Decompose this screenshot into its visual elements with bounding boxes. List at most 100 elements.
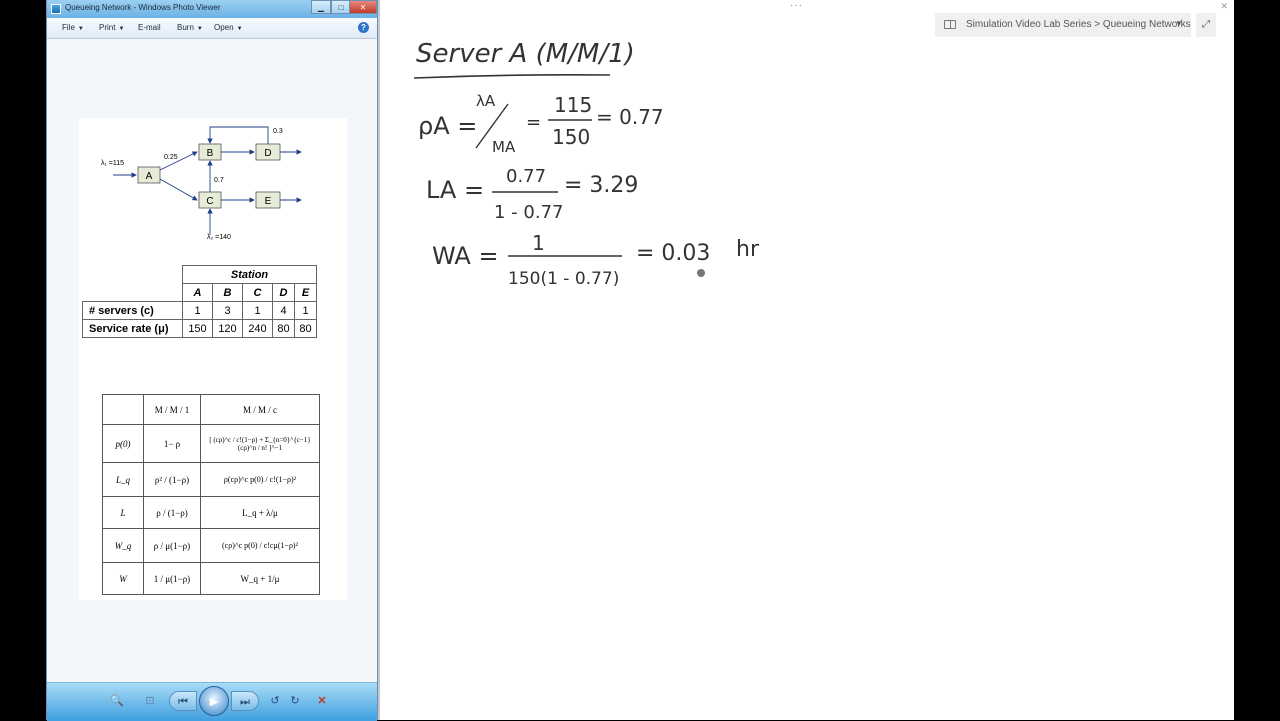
formula-mm1: 1 / μ(1−ρ) (143, 562, 201, 595)
pen-cursor-icon (697, 269, 705, 277)
menu-burn[interactable]: Burn ▼ (177, 23, 203, 32)
formula-mm1: ρ² / (1−ρ) (143, 462, 201, 497)
formula-row-label: W_q (102, 528, 144, 563)
row-label: Service rate (μ) (82, 319, 183, 338)
photo-viewer-app-icon (51, 4, 61, 14)
node-label-c: C (206, 196, 213, 207)
edge-a-c (159, 178, 198, 201)
station-table: Station A B C D E # servers (c) 1 3 1 4 … (82, 265, 317, 338)
node-label-d: D (264, 148, 271, 159)
delete-icon[interactable]: ✕ (313, 691, 331, 711)
table-cell: 80 (272, 319, 295, 338)
formula-row-label: p(0) (102, 424, 144, 463)
rotate-left-icon[interactable]: ↺ (267, 691, 283, 711)
image-viewport: A B C D E λ₁ =115 λ₂ =140 0.25 0.7 0.3 S… (47, 39, 377, 682)
L-result: = 3.29 (564, 173, 638, 198)
notes-heading: Server A (M/M/1) (416, 39, 635, 69)
formula-header-mm1: M / M / 1 (143, 394, 201, 425)
help-icon[interactable]: ? (358, 22, 369, 33)
W-lhs: WA = (432, 242, 499, 270)
menu-email[interactable]: E-mail (138, 23, 161, 32)
formula-header-mmc: M / M / c (200, 394, 320, 425)
station-header: B (212, 283, 243, 302)
formula-mm1: ρ / (1−ρ) (143, 496, 201, 529)
formula-mm1: 1− ρ (143, 424, 201, 463)
formula-mmc: ρ(cρ)^c p(0) / c!(1−ρ)² (200, 462, 320, 497)
heading-underline (413, 74, 611, 79)
table-cell: 1 (294, 301, 317, 320)
prob-cb-label: 0.7 (214, 177, 224, 184)
onenote-page: ··· ✕ Simulation Video Lab Series > Queu… (380, 0, 1234, 720)
maximize-button[interactable]: □ (331, 0, 351, 14)
table-row: p(0) 1− ρ [ (cρ)^c / c!(1−ρ) + Σ_{n=0}^{… (102, 424, 320, 463)
L-numerator: 0.77 (506, 166, 546, 187)
station-table-title: Station (182, 265, 317, 284)
previous-icon[interactable]: ⏮ (169, 691, 197, 711)
station-header: C (242, 283, 273, 302)
prob-db-label: 0.3 (273, 128, 283, 135)
queueing-network-diagram: A B C D E λ₁ =115 λ₂ =140 0.25 0.7 0.3 (101, 126, 302, 241)
W-unit: hr (736, 237, 760, 262)
menu-open[interactable]: Open ▼ (214, 23, 243, 32)
formula-table: M / M / 1 M / M / c p(0) 1− ρ [ (cρ)^c /… (102, 394, 320, 595)
rho-mu: MA (492, 138, 516, 156)
rho-result: = 0.77 (596, 105, 664, 129)
table-row: L_q ρ² / (1−ρ) ρ(cρ)^c p(0) / c!(1−ρ)² (102, 462, 320, 497)
L-lhs: LA = (426, 176, 484, 204)
rho-lambda: λA (476, 92, 496, 110)
formula-mmc: W_q + 1/μ (200, 562, 320, 595)
node-label-a: A (146, 171, 153, 182)
chevron-down-icon: ▼ (236, 26, 243, 32)
lambda1-label: λ₁ =115 (101, 160, 124, 167)
close-button[interactable]: ✕ (349, 0, 377, 14)
zoom-icon[interactable]: 🔍 (105, 691, 129, 711)
table-row: # servers (c) 1 3 1 4 1 (82, 301, 317, 320)
photo-viewer-window: Queueing Network - Windows Photo Viewer … (46, 0, 378, 721)
W-result: = 0.03 (636, 241, 710, 266)
next-icon[interactable]: ⏭ (231, 691, 259, 711)
table-cell: 240 (242, 319, 273, 338)
chevron-down-icon: ▼ (77, 26, 84, 32)
actual-size-icon[interactable]: ⊡ (141, 691, 159, 711)
formula-mmc: L_q + λ/μ (200, 496, 320, 529)
minimize-button[interactable]: ▁ (311, 0, 331, 14)
edge-d-b (207, 126, 269, 144)
formula-row-label: L_q (102, 462, 144, 497)
menu-print[interactable]: Print ▼ (99, 23, 124, 32)
node-label-e: E (265, 196, 272, 207)
rotate-right-icon[interactable]: ↻ (287, 691, 303, 711)
table-row: W 1 / μ(1−ρ) W_q + 1/μ (102, 562, 320, 595)
photo-viewer-titlebar[interactable]: Queueing Network - Windows Photo Viewer … (47, 0, 377, 18)
table-cell: 150 (182, 319, 213, 338)
rho-denominator: 150 (552, 125, 590, 149)
table-cell: 1 (242, 301, 273, 320)
table-cell: 120 (212, 319, 243, 338)
rho-equals: = (526, 112, 541, 133)
table-cell: 4 (272, 301, 295, 320)
table-cell: 80 (294, 319, 317, 338)
menu-file[interactable]: File ▼ (62, 23, 84, 32)
formula-mmc: (cρ)^c p(0) / c!cμ(1−ρ)² (200, 528, 320, 563)
formula-row-label: L (102, 496, 144, 529)
chevron-down-icon: ▼ (118, 26, 125, 32)
lambda2-label: λ₂ =140 (207, 234, 231, 241)
menu-bar: File ▼ Print ▼ E-mail Burn ▼ Open ▼ ? (47, 18, 377, 39)
formula-row-label: W (102, 562, 144, 595)
slideshow-icon[interactable]: ▶ (199, 686, 229, 716)
node-label-b: B (207, 148, 214, 159)
L-denominator: 1 - 0.77 (494, 202, 563, 223)
table-cell: 1 (182, 301, 213, 320)
table-row: Service rate (μ) 150 120 240 80 80 (82, 319, 317, 338)
W-numerator: 1 (532, 231, 545, 255)
row-label: # servers (c) (82, 301, 183, 320)
screen-edge (1234, 0, 1280, 720)
window-title: Queueing Network - Windows Photo Viewer (65, 3, 221, 12)
table-row: L ρ / (1−ρ) L_q + λ/μ (102, 496, 320, 529)
photo-viewer-toolbar: 🔍 ⊡ ⏮ ▶ ⏭ ↺ ↻ ✕ (47, 682, 377, 721)
station-header: A (182, 283, 213, 302)
displayed-image: A B C D E λ₁ =115 λ₂ =140 0.25 0.7 0.3 S… (79, 118, 347, 600)
formula-mm1: ρ / μ(1−ρ) (143, 528, 201, 563)
station-header: E (294, 283, 317, 302)
prob-ab-label: 0.25 (164, 154, 178, 161)
table-cell: 3 (212, 301, 243, 320)
